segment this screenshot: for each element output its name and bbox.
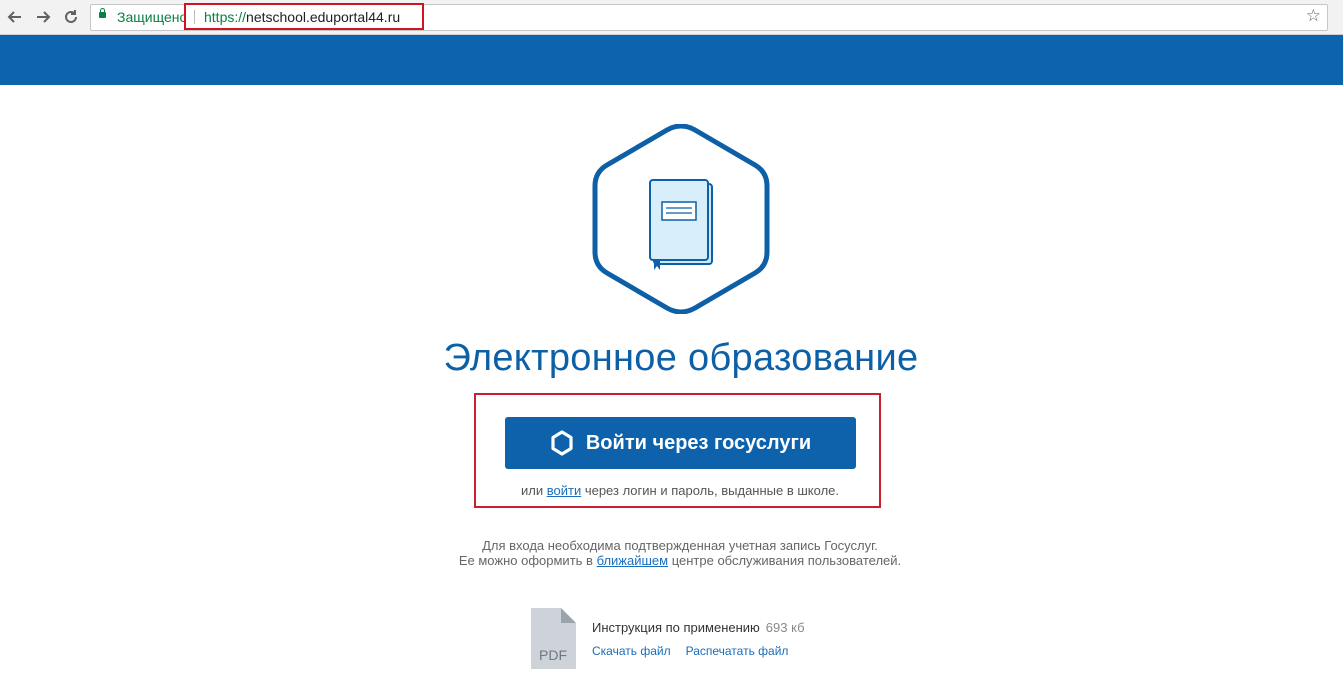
browser-toolbar: Защищено https://netschool.eduportal44.r… <box>0 0 1343 35</box>
hexagon-book-icon <box>592 124 770 314</box>
info-line-1: Для входа необходима подтвержденная учет… <box>482 538 878 553</box>
document-title-row: Инструкция по применению 693 кб <box>592 620 805 635</box>
alt-login-text: или войти через логин и пароль, выданные… <box>521 483 839 498</box>
info-line-2: Ее можно оформить в ближайшем центре обс… <box>458 553 902 568</box>
url-separator <box>194 10 195 24</box>
page-title: Электронное образование <box>443 337 919 379</box>
print-file-link[interactable]: Распечатать файл <box>686 644 789 658</box>
pdf-icon-label: PDF <box>539 647 567 663</box>
star-icon[interactable]: ☆ <box>1306 6 1321 26</box>
download-file-link[interactable]: Скачать файл <box>592 644 671 658</box>
login-link[interactable]: войти <box>547 483 581 498</box>
nearest-center-link[interactable]: ближайшем <box>597 553 669 568</box>
gosuslugi-login-button[interactable]: Войти через госуслуги <box>505 417 856 469</box>
site-header-bar <box>0 35 1343 85</box>
document-title: Инструкция по применению <box>592 620 760 635</box>
back-arrow-icon[interactable] <box>4 6 26 28</box>
forward-arrow-icon[interactable] <box>32 6 54 28</box>
document-actions: Скачать файл Распечатать файл <box>592 644 803 658</box>
hexagon-icon <box>551 430 573 456</box>
lock-icon <box>99 8 106 18</box>
pdf-file-icon[interactable]: PDF <box>531 608 576 669</box>
gosuslugi-button-label: Войти через госуслуги <box>585 431 812 454</box>
url-highlight-frame: https://netschool.eduportal44.ru <box>184 3 424 30</box>
account-info-text: Для входа необходима подтвержденная учет… <box>380 538 980 568</box>
secure-label: Защищено <box>117 9 188 25</box>
url-text[interactable]: https://netschool.eduportal44.ru <box>204 9 400 25</box>
reload-icon[interactable] <box>60 6 82 28</box>
document-size: 693 кб <box>765 620 805 635</box>
address-bar[interactable]: Защищено https://netschool.eduportal44.r… <box>90 3 1328 31</box>
